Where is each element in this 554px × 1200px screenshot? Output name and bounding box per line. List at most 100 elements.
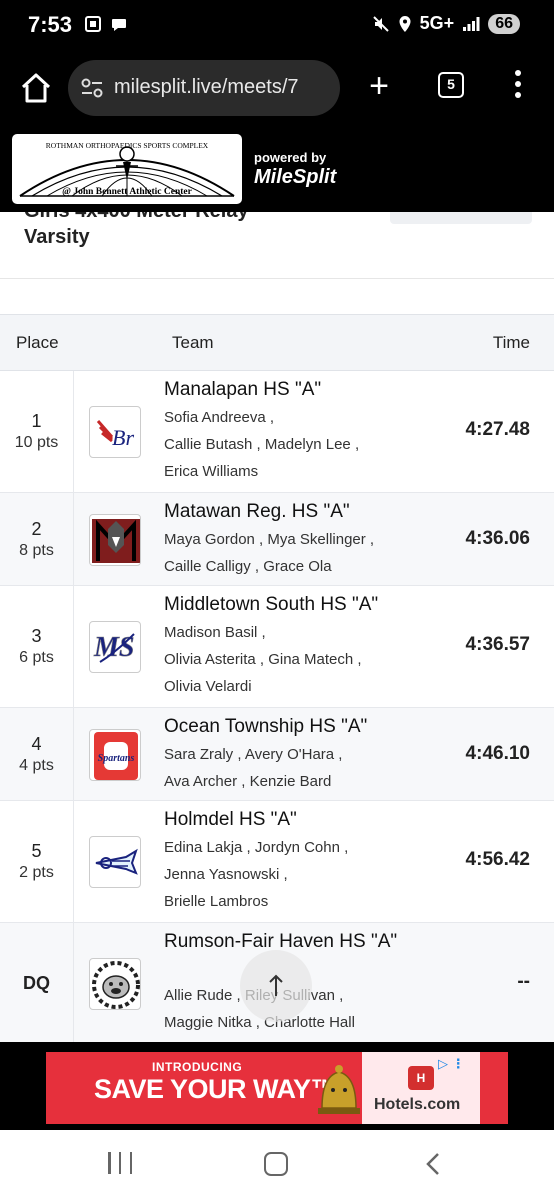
athlete-line[interactable]: Caille Calligy , Grace Ola: [164, 558, 332, 575]
home-icon[interactable]: [18, 70, 54, 106]
team-logo[interactable]: [89, 958, 141, 1010]
table-row[interactable]: 3 6 pts MS Middletown South HS "A" Madis…: [0, 586, 554, 708]
event-action-button[interactable]: [390, 212, 532, 224]
place-points: 2 pts: [19, 864, 54, 881]
event-title: Varsity: [24, 226, 90, 248]
athlete-line[interactable]: Ava Archer , Kenzie Bard: [164, 773, 331, 790]
athlete-line[interactable]: Olivia Asterita , Gina Matech ,: [164, 651, 362, 668]
result-time: 4:46.10: [465, 743, 530, 764]
team-name[interactable]: Middletown South HS "A": [164, 592, 378, 617]
place-number: DQ: [23, 973, 50, 993]
event-title-partial: Girls 4x400 Meter Relay: [24, 212, 249, 223]
new-tab-button[interactable]: +: [362, 66, 396, 106]
header-team: Team: [172, 333, 214, 352]
athlete-line[interactable]: Jenna Yasnowski ,: [164, 866, 288, 883]
place-points: 8 pts: [19, 541, 54, 559]
site-header: ROTHMAN ORTHOPAEDICS SPORTS COMPLEX @ Jo…: [0, 128, 554, 212]
athlete-line[interactable]: Madison Basil ,: [164, 624, 266, 641]
hotels-logo-icon: H: [408, 1066, 434, 1090]
status-bar: 7:53 5G+ 66: [0, 0, 554, 52]
table-row[interactable]: 5 2 pts Holmdel HS "A" Edina Lakja , Jor…: [0, 801, 554, 923]
athlete-line[interactable]: Callie Butash , Madelyn Lee ,: [164, 436, 359, 453]
screenshot-icon: [85, 16, 101, 32]
divider: [0, 278, 554, 279]
place-number: 4: [31, 733, 42, 754]
team-logo[interactable]: Br: [89, 406, 141, 458]
table-row[interactable]: 2 8 pts Matawan Reg. HS "A" Maya Gordon …: [0, 493, 554, 586]
result-time: 4:36.57: [465, 634, 530, 655]
place-points: 10 pts: [14, 434, 59, 451]
table-row[interactable]: 1 10 pts Br Manalapan HS "A" Sofia Andre…: [0, 371, 554, 493]
place-points: 6 pts: [19, 649, 54, 666]
team-name[interactable]: Holmdel HS "A": [164, 807, 297, 832]
more-menu-icon[interactable]: [508, 70, 528, 102]
place-cell: DQ: [0, 923, 74, 1044]
place-number: 5: [31, 841, 42, 861]
url-text: milesplit.live/meets/7: [114, 76, 299, 98]
header-place: Place: [16, 333, 59, 352]
place-number: 1: [31, 411, 42, 431]
team-logo[interactable]: Spartans: [89, 729, 141, 781]
athlete-line[interactable]: Erica Williams: [164, 463, 258, 480]
scroll-to-top-button[interactable]: [240, 950, 312, 1022]
place-number: 3: [31, 626, 42, 646]
ad-brand: Hotels.com: [374, 1096, 461, 1113]
powered-by-label: powered by: [254, 150, 327, 165]
place-cell: 2 8 pts: [0, 493, 74, 585]
result-time: 4:36.06: [465, 528, 530, 549]
status-notification-icons: [84, 15, 128, 33]
home-button-icon[interactable]: [264, 1152, 288, 1176]
site-settings-icon[interactable]: [80, 77, 104, 99]
result-time: 4:56.42: [465, 849, 530, 870]
status-time: 7:53: [28, 12, 73, 37]
browser-toolbar: milesplit.live/meets/7 + 5: [0, 52, 554, 128]
milesplit-brand[interactable]: MileSplit: [254, 166, 336, 189]
battery-level: 66: [488, 13, 520, 34]
chat-bubble-icon: [112, 19, 126, 31]
place-number: 2: [31, 518, 42, 539]
ad-choices-icon[interactable]: ▷ ⋮: [438, 1056, 478, 1071]
status-right-icons: 5G+ 66: [372, 13, 520, 34]
ad-headline: SAVE YOUR WAY™: [94, 1074, 338, 1104]
svg-text:Spartans: Spartans: [98, 753, 135, 764]
meet-host-logo[interactable]: ROTHMAN ORTHOPAEDICS SPORTS COMPLEX @ Jo…: [12, 134, 242, 204]
network-type: 5G+: [419, 13, 455, 33]
athlete-line[interactable]: Olivia Velardi: [164, 678, 252, 695]
address-bar[interactable]: milesplit.live/meets/7: [68, 60, 340, 116]
results-page: Girls 4x400 Meter Relay Varsity Place Te…: [0, 212, 554, 1050]
bell-icon: [318, 1065, 360, 1114]
team-logo[interactable]: [89, 836, 141, 888]
ad-banner[interactable]: INTRODUCING SAVE YOUR WAY™ H Hotels.com …: [46, 1052, 508, 1124]
team-name[interactable]: Manalapan HS "A": [164, 377, 321, 402]
athlete-line[interactable]: Edina Lakja , Jordyn Cohn ,: [164, 839, 348, 856]
team-logo[interactable]: [89, 514, 141, 566]
table-header: Place Team Time: [0, 315, 554, 371]
place-cell: 4 4 pts: [0, 708, 74, 800]
signal-icon: [463, 16, 480, 31]
table-row[interactable]: 4 4 pts Spartans Ocean Township HS "A" S…: [0, 708, 554, 801]
athlete-line[interactable]: Brielle Lambros: [164, 893, 268, 910]
result-time: --: [517, 971, 530, 992]
logo-arc-text: ROTHMAN ORTHOPAEDICS SPORTS COMPLEX: [46, 141, 209, 150]
place-cell: 3 6 pts: [0, 586, 74, 707]
team-name[interactable]: Ocean Township HS "A": [164, 714, 367, 739]
team-logo[interactable]: MS: [89, 621, 141, 673]
mute-icon: [372, 15, 389, 32]
logo-bottom-text: @ John Bennett Athletic Center: [62, 187, 192, 197]
athlete-line[interactable]: Maya Gordon , Mya Skellinger ,: [164, 531, 374, 548]
team-name[interactable]: Matawan Reg. HS "A": [164, 499, 350, 524]
place-cell: 5 2 pts: [0, 801, 74, 922]
recent-apps-icon[interactable]: [108, 1152, 132, 1176]
svg-text:Br: Br: [112, 425, 134, 450]
athlete-line[interactable]: Sofia Andreeva ,: [164, 409, 274, 426]
svg-text:MS: MS: [93, 632, 134, 663]
place-cell: 1 10 pts: [0, 371, 74, 492]
athlete-line[interactable]: Sara Zraly , Avery O'Hara ,: [164, 746, 342, 763]
header-time: Time: [492, 333, 530, 352]
system-nav-bar: [0, 1130, 554, 1200]
tab-switcher-button[interactable]: 5: [438, 72, 464, 98]
arrow-up-icon: [269, 974, 283, 996]
back-icon[interactable]: [420, 1150, 448, 1178]
ad-intro-text: INTRODUCING: [152, 1060, 243, 1074]
place-points: 4 pts: [19, 756, 54, 774]
